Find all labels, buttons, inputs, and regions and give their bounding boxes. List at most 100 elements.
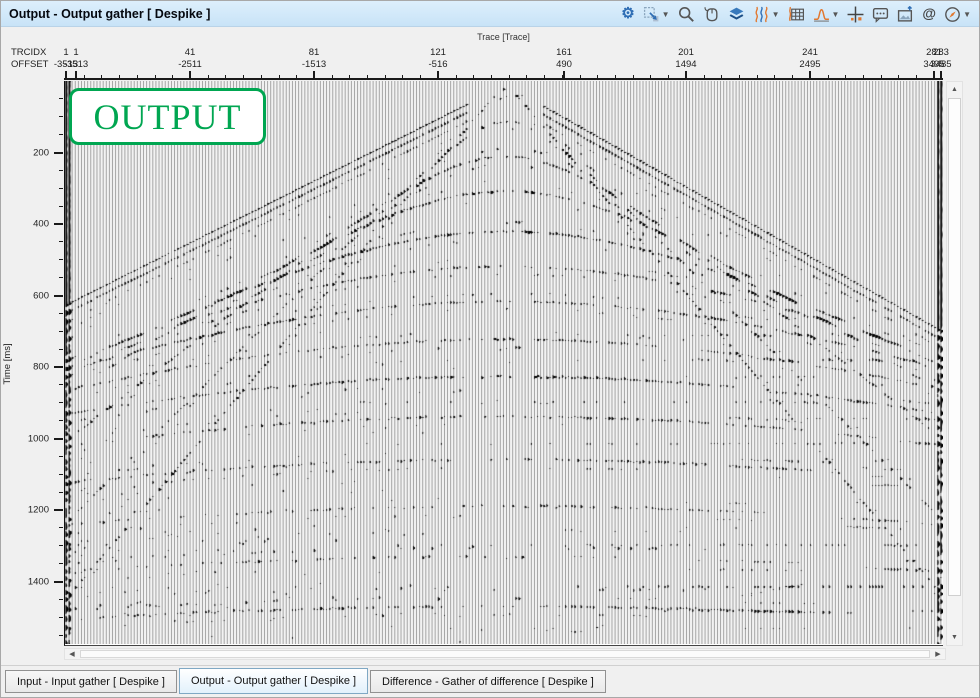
time-major-tick	[54, 366, 63, 368]
trace-minor-tick	[314, 75, 315, 78]
trace-minor-tick	[420, 75, 421, 78]
time-minor-tick	[59, 420, 63, 421]
time-axis: Time [ms] 200400600800100012001400	[1, 81, 64, 646]
trace-minor-tick	[526, 75, 527, 78]
trcidx-tick-label: 283	[933, 47, 949, 58]
time-minor-tick	[59, 259, 63, 260]
time-minor-tick	[59, 277, 63, 278]
scroll-up-arrow[interactable]: ▲	[947, 82, 962, 97]
comment-button[interactable]	[872, 4, 889, 24]
seismic-plot-area[interactable]	[64, 81, 943, 646]
trace-minor-tick	[650, 75, 651, 78]
trace-minor-tick	[456, 75, 457, 78]
mouse-mode-button[interactable]	[703, 4, 720, 24]
trace-minor-tick	[916, 75, 917, 78]
header-table-button[interactable]	[788, 4, 805, 24]
settings-gear-button[interactable]: ⚙	[621, 4, 634, 24]
time-minor-tick	[59, 331, 63, 332]
vertical-scroll-thumb[interactable]	[948, 98, 961, 596]
offset-tick-label: -2511	[178, 59, 202, 70]
trace-minor-tick	[580, 75, 581, 78]
trace-minor-tick	[686, 75, 687, 78]
tab-output[interactable]: Output - Output gather [ Despike ]	[179, 668, 368, 694]
trace-minor-tick	[172, 75, 173, 78]
seismic-gather-canvas[interactable]	[65, 81, 943, 644]
time-tick-label: 400	[33, 219, 49, 230]
zoom-magnifier-icon	[678, 6, 695, 23]
mouse-mode-icon	[703, 6, 720, 23]
time-tick-label: 1400	[28, 576, 49, 587]
trace-minor-tick	[155, 75, 156, 78]
compass-navigation-icon	[944, 6, 961, 23]
trace-minor-tick	[792, 75, 793, 78]
horizontal-scrollbar[interactable]: ◀ ▶	[64, 648, 946, 660]
time-minor-tick	[59, 384, 63, 385]
time-minor-tick	[59, 402, 63, 403]
trace-minor-tick	[898, 75, 899, 78]
tab-input[interactable]: Input - Input gather [ Despike ]	[5, 670, 177, 693]
time-minor-tick	[59, 527, 63, 528]
horizontal-scroll-thumb[interactable]	[80, 650, 930, 658]
trace-minor-tick	[934, 75, 935, 78]
time-minor-tick	[59, 116, 63, 117]
seismic-viewer-window: Output - Output gather [ Despike ] ⚙ ▼ ▼ ▼ @…	[0, 0, 980, 698]
trace-minor-tick	[509, 75, 510, 78]
trace-minor-tick	[66, 75, 67, 78]
zoom-magnifier-button[interactable]	[678, 4, 695, 24]
trace-ruler	[64, 71, 943, 80]
trace-minor-tick	[190, 75, 191, 78]
offset-row-label: OFFSET	[11, 59, 48, 70]
time-minor-tick	[59, 134, 63, 135]
compass-navigation-button[interactable]: ▼	[944, 4, 971, 24]
trace-minor-tick	[332, 75, 333, 78]
time-minor-tick	[59, 563, 63, 564]
time-minor-tick	[59, 188, 63, 189]
trcidx-tick-label: 121	[430, 47, 446, 58]
time-minor-tick	[59, 474, 63, 475]
header-table-icon	[788, 6, 805, 23]
dropdown-caret-icon[interactable]: ▼	[662, 10, 670, 19]
offset-tick-label: 490	[556, 59, 572, 70]
comment-icon	[872, 6, 889, 23]
tab-difference[interactable]: Difference - Gather of difference [ Desp…	[370, 670, 606, 693]
time-minor-tick	[59, 599, 63, 600]
trace-minor-tick	[721, 75, 722, 78]
scroll-down-arrow[interactable]: ▼	[947, 630, 962, 645]
time-major-tick	[54, 509, 63, 511]
trace-major-tick	[75, 71, 77, 78]
wiggle-display-icon	[753, 6, 770, 23]
time-minor-tick	[59, 349, 63, 350]
offset-tick-label: 3485	[930, 59, 951, 70]
dropdown-caret-icon[interactable]: ▼	[832, 10, 840, 19]
export-image-button[interactable]	[897, 4, 914, 24]
trace-minor-tick	[385, 75, 386, 78]
qc-at-button[interactable]: @	[922, 4, 936, 24]
vertical-scrollbar[interactable]: ▲ ▼	[946, 81, 963, 646]
wiggle-display-button[interactable]: ▼	[753, 4, 780, 24]
amplitude-curve-button[interactable]: ▼	[813, 4, 840, 24]
trace-minor-tick	[261, 75, 262, 78]
trcidx-tick-label: 81	[309, 47, 320, 58]
time-minor-tick	[59, 545, 63, 546]
time-minor-tick	[59, 456, 63, 457]
dropdown-caret-icon[interactable]: ▼	[963, 10, 971, 19]
layers-icon	[728, 6, 745, 23]
trace-minor-tick	[863, 75, 864, 78]
trace-minor-tick	[774, 75, 775, 78]
layers-button[interactable]	[728, 4, 745, 24]
scroll-right-arrow[interactable]: ▶	[931, 649, 945, 659]
view-tabbar: Input - Input gather [ Despike ]Output -…	[1, 665, 979, 698]
time-major-tick	[54, 152, 63, 154]
time-major-tick	[54, 295, 63, 297]
picking-crosshair-button[interactable]	[847, 4, 864, 24]
trace-minor-tick	[402, 75, 403, 78]
scroll-left-arrow[interactable]: ◀	[65, 649, 79, 659]
zoom-selection-button[interactable]: ▼	[643, 4, 670, 24]
trcidx-tick-label: 41	[185, 47, 196, 58]
trace-minor-tick	[881, 75, 882, 78]
trace-minor-tick	[473, 75, 474, 78]
dropdown-caret-icon[interactable]: ▼	[772, 10, 780, 19]
settings-gear-icon: ⚙	[621, 5, 634, 23]
time-tick-label: 800	[33, 362, 49, 373]
time-minor-tick	[59, 617, 63, 618]
